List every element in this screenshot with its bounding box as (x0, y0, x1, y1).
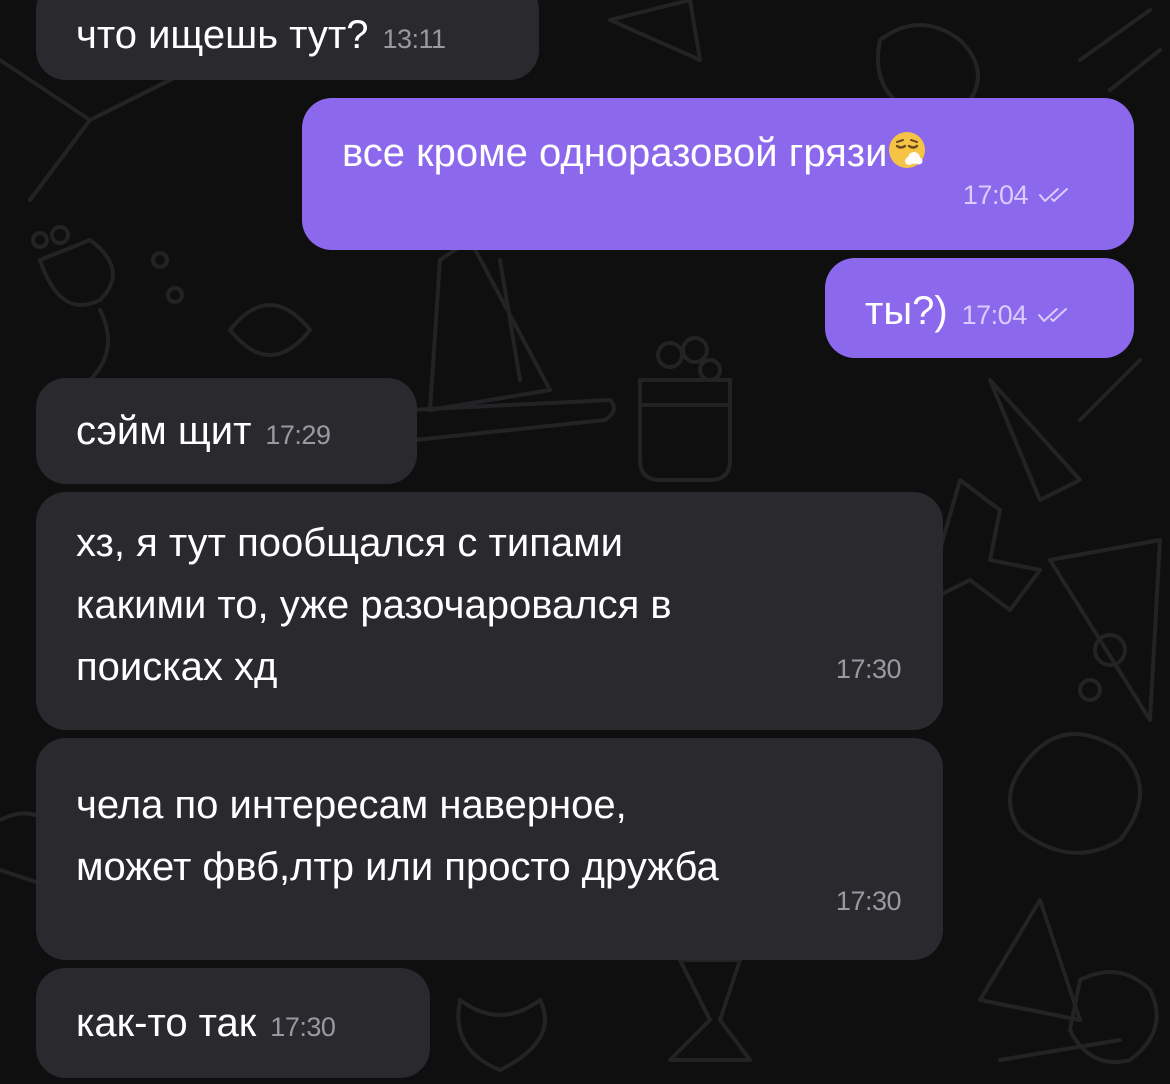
message-bubble-outgoing[interactable]: ты?) 17:04 (825, 258, 1134, 358)
message-time: 17:30 (835, 654, 902, 684)
face-with-sweat-icon (889, 132, 926, 168)
message-time: 17:04 (962, 180, 1029, 210)
message-time: 17:30 (835, 886, 902, 916)
message-text: как-то так (76, 1001, 257, 1045)
message-bubble-outgoing[interactable]: все кроме одноразовой грязи 17:04 (302, 98, 1134, 250)
message-bubble-incoming[interactable]: чела по интересам наверное, может фвб,лт… (36, 738, 943, 960)
message-bubble-incoming[interactable]: что ищешь тут? 13:11 (36, 0, 539, 80)
message-text: чела по интересам наверное, может фвб,лт… (76, 783, 719, 889)
message-text: хз, я тут пообщался с типами какими то, … (76, 521, 672, 689)
message-text: ты?) (865, 289, 948, 333)
message-time: 17:04 (961, 300, 1028, 330)
message-bubble-incoming[interactable]: сэйм щит 17:29 (36, 378, 417, 484)
message-bubble-incoming[interactable]: как-то так 17:30 (36, 968, 430, 1078)
message-text: что ищешь тут? (76, 13, 369, 57)
message-text: сэйм щит (76, 409, 252, 453)
message-time: 13:11 (382, 24, 447, 54)
message-time: 17:30 (270, 1012, 336, 1042)
chat-area[interactable]: что ищешь тут? 13:11 все кроме одноразов… (0, 0, 1170, 1084)
message-text: все кроме одноразовой грязи (342, 131, 888, 175)
read-checkmarks-icon (1039, 188, 1068, 202)
read-checkmarks-icon (1037, 308, 1067, 322)
message-bubble-incoming[interactable]: хз, я тут пообщался с типами какими то, … (36, 492, 943, 730)
message-time: 17:29 (265, 420, 331, 450)
